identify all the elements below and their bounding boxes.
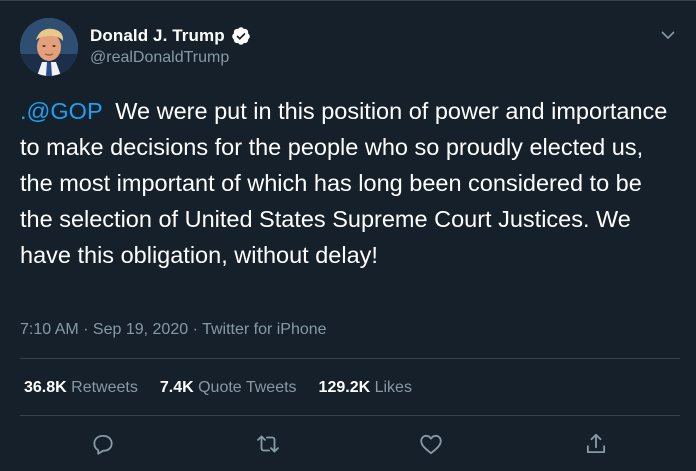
- quotes-label: Quote Tweets: [198, 379, 297, 396]
- heart-icon[interactable]: [418, 431, 444, 457]
- tweet-stats: 36.8K Retweets 7.4K Quote Tweets 129.2K …: [24, 379, 412, 397]
- likes-count: 129.2K: [318, 379, 371, 396]
- tweet-date[interactable]: Sep 19, 2020: [93, 321, 188, 338]
- verified-badge-icon: [231, 26, 251, 46]
- profile-photo-icon: [20, 18, 78, 76]
- quotes-count: 7.4K: [159, 379, 194, 396]
- tweet-source[interactable]: Twitter for iPhone: [202, 321, 327, 338]
- likes-label: Likes: [374, 379, 412, 396]
- share-icon[interactable]: [583, 431, 609, 457]
- user-handle[interactable]: @realDonaldTrump: [90, 49, 251, 67]
- quotes-stat[interactable]: 7.4K Quote Tweets: [160, 379, 297, 397]
- chevron-down-icon[interactable]: [660, 27, 676, 43]
- meta-separator: ·: [188, 321, 203, 338]
- meta-separator: ·: [78, 321, 93, 338]
- tweet-time[interactable]: 7:10 AM: [20, 321, 79, 338]
- tweet-meta: 7:10 AM · Sep 19, 2020 · Twitter for iPh…: [20, 321, 327, 339]
- divider: [20, 415, 680, 416]
- retweet-icon[interactable]: [255, 431, 281, 457]
- tweet-text: .@GOP We were put in this position of po…: [20, 93, 680, 273]
- action-bar: [0, 431, 696, 461]
- mention-link[interactable]: .@GOP: [20, 98, 102, 124]
- name-row: Donald J. Trump: [90, 26, 251, 46]
- likes-stat[interactable]: 129.2K Likes: [319, 379, 412, 397]
- tweet-header: Donald J. Trump @realDonaldTrump: [90, 26, 251, 67]
- display-name[interactable]: Donald J. Trump: [90, 26, 225, 46]
- tweet-card: Donald J. Trump @realDonaldTrump .@GOP W…: [0, 0, 696, 471]
- retweets-stat[interactable]: 36.8K Retweets: [24, 379, 138, 397]
- reply-icon[interactable]: [90, 431, 116, 457]
- retweets-label: Retweets: [71, 379, 138, 396]
- retweets-count: 36.8K: [24, 379, 67, 396]
- divider: [20, 358, 680, 359]
- tweet-body: We were put in this position of power an…: [20, 98, 674, 268]
- avatar[interactable]: [20, 18, 78, 76]
